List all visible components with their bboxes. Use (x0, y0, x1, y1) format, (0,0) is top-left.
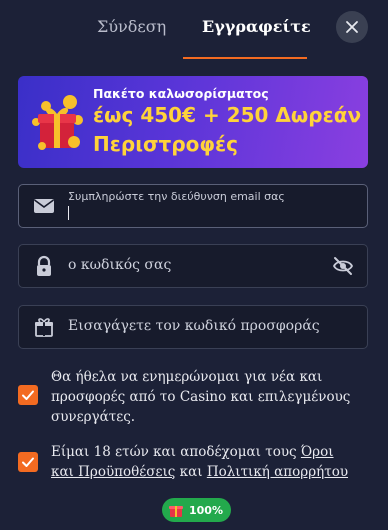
tab-login[interactable]: Σύνδεση (97, 17, 166, 36)
close-button[interactable] (336, 11, 368, 43)
terms-consent: Είμαι 18 ετών και αποδέχομαι τους Όροι κ… (18, 442, 368, 486)
text-cursor (68, 206, 69, 220)
terms-text-a: Είμαι (51, 444, 94, 460)
lock-icon (37, 255, 51, 276)
newsletter-checkbox[interactable] (18, 385, 38, 405)
terms-text: Είμαι 18 ετών και αποδέχομαι τους Όροι κ… (51, 442, 356, 482)
welcome-bonus-banner: Πακέτο καλωσορίσματος έως 450€ + 250 Δωρ… (18, 76, 368, 168)
email-field[interactable]: Συμπληρώστε την διεύθυνση email σας (18, 184, 368, 228)
privacy-link[interactable]: Πολιτική απορρήτου (207, 464, 348, 480)
brand-name: Casino (179, 389, 227, 405)
banner-offer-line2: Περιστροφές (93, 132, 239, 156)
bonus-progress-badge: 100% (162, 498, 231, 522)
age-requirement: 18 (93, 444, 111, 460)
password-field[interactable]: ο κωδικός σας (18, 244, 368, 288)
newsletter-consent: Θα ήθελα να ενημερώνομαι για νέα και προ… (18, 367, 368, 431)
password-placeholder: ο κωδικός σας (68, 257, 172, 273)
close-icon (346, 21, 358, 33)
terms-checkbox[interactable] (18, 452, 38, 472)
auth-tabs: Σύνδεση Εγγραφείτε (0, 0, 388, 62)
gift-icon (169, 506, 183, 517)
promo-code-field[interactable]: Εισαγάγετε τον κωδικό προσφοράς (18, 305, 368, 349)
checkmark-icon (22, 390, 34, 400)
newsletter-text: Θα ήθελα να ενημερώνομαι για νέα και προ… (51, 367, 356, 427)
envelope-icon (34, 199, 54, 213)
banner-title: Πακέτο καλωσορίσματος (93, 86, 269, 101)
eye-off-icon[interactable] (332, 255, 354, 277)
banner-offer-line1: έως 450€ + 250 Δωρεάν (93, 103, 362, 127)
email-label: Συμπληρώστε την διεύθυνση email σας (68, 190, 285, 203)
promo-placeholder: Εισαγάγετε τον κωδικό προσφοράς (68, 318, 320, 334)
active-tab-indicator (183, 57, 307, 59)
terms-text-b: ετών και αποδέχομαι τους (110, 444, 301, 460)
present-icon (35, 318, 53, 337)
terms-text-c: και (175, 464, 207, 480)
tab-register[interactable]: Εγγραφείτε (202, 17, 311, 36)
checkmark-icon (22, 457, 34, 467)
gift-icon (32, 95, 83, 150)
badge-label: 100% (189, 503, 223, 517)
